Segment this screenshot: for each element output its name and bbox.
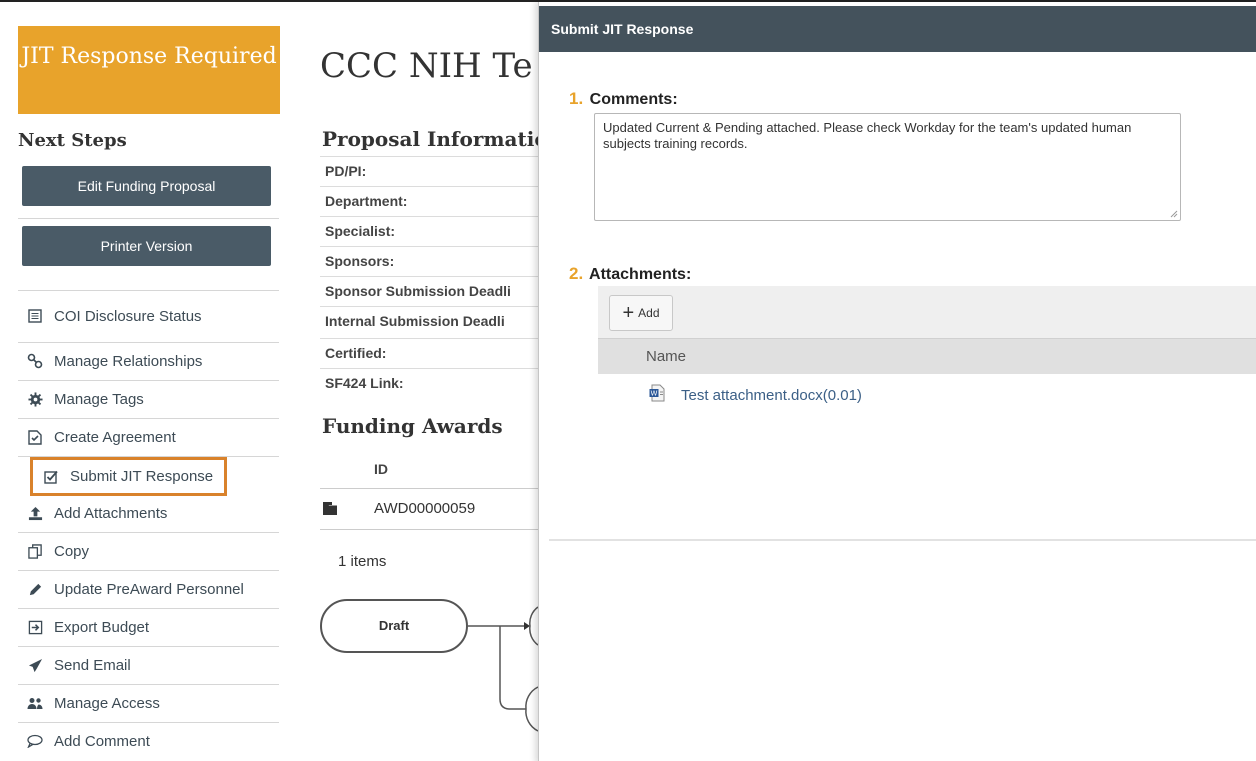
- edit-funding-proposal-button[interactable]: Edit Funding Proposal: [22, 166, 271, 206]
- field-sf424-link: SF424 Link:: [320, 368, 540, 398]
- action-label: Export Budget: [54, 618, 150, 636]
- question-text: Attachments:: [589, 266, 692, 283]
- workflow-connector: [468, 606, 539, 732]
- action-update-preaward-personnel[interactable]: Update PreAward Personnel: [18, 570, 279, 608]
- award-id-link[interactable]: AWD00000059: [374, 500, 475, 517]
- add-label: Add: [638, 306, 660, 320]
- action-label: Send Email: [54, 656, 131, 674]
- gear-icon: [24, 391, 46, 407]
- upload-icon: [24, 506, 46, 521]
- awards-id-column-header[interactable]: ID: [374, 461, 388, 477]
- dialog-divider: [549, 539, 1256, 541]
- field-pd-pi: PD/PI:: [320, 156, 540, 186]
- field-specialist: Specialist:: [320, 216, 540, 246]
- proposal-information-heading: Proposal Information: [322, 127, 563, 151]
- action-manage-relationships[interactable]: Manage Relationships: [18, 342, 279, 380]
- action-send-email[interactable]: Send Email: [18, 646, 279, 684]
- plus-icon: +: [622, 302, 635, 324]
- workflow-state-draft: Draft: [320, 599, 468, 653]
- checkbox-icon: [40, 470, 62, 484]
- action-export-budget[interactable]: Export Budget: [18, 608, 279, 646]
- action-label: Add Comment: [54, 732, 150, 750]
- question-number: 2.: [569, 264, 584, 283]
- action-label: COI Disclosure Status: [54, 307, 202, 325]
- next-steps-heading: Next Steps: [18, 130, 127, 151]
- field-department: Department:: [320, 186, 540, 216]
- action-label: Create Agreement: [54, 428, 176, 446]
- field-certified: Certified:: [320, 338, 540, 368]
- status-badge: JIT Response Required: [18, 26, 280, 114]
- submit-jit-response-dialog: Submit JIT Response 1. Comments: Updated…: [538, 2, 1256, 761]
- attachment-row[interactable]: W Test attachment.docx(0.01): [649, 384, 862, 406]
- comment-icon: [24, 734, 46, 748]
- action-copy[interactable]: Copy: [18, 532, 279, 570]
- relationship-icon: [24, 353, 46, 369]
- export-icon: [24, 620, 46, 635]
- action-coi-disclosure-status[interactable]: COI Disclosure Status: [18, 290, 279, 342]
- folder-icon: [322, 501, 338, 521]
- copy-icon: [24, 543, 46, 559]
- dialog-title: Submit JIT Response: [539, 6, 1256, 52]
- funding-awards-heading: Funding Awards: [322, 414, 503, 438]
- action-label: Submit JIT Response: [70, 468, 214, 485]
- attachments-label: 2. Attachments:: [569, 264, 691, 284]
- list-icon: [24, 309, 46, 323]
- field-sponsors: Sponsors:: [320, 246, 540, 276]
- printer-version-button[interactable]: Printer Version: [22, 226, 271, 266]
- action-label: Manage Tags: [54, 390, 144, 408]
- action-manage-access[interactable]: Manage Access: [18, 684, 279, 722]
- page-title: CCC NIH Te: [320, 46, 533, 86]
- action-label: Copy: [54, 542, 90, 560]
- svg-text:W: W: [651, 390, 658, 398]
- action-label: Manage Relationships: [54, 352, 203, 370]
- action-add-comment[interactable]: Add Comment: [18, 722, 279, 760]
- people-icon: [24, 697, 46, 710]
- items-count: 1 items: [338, 553, 387, 570]
- page-frame: JIT Response Required Next Steps Edit Fu…: [0, 0, 1256, 761]
- comments-label: 1. Comments:: [569, 89, 678, 109]
- action-submit-jit-response[interactable]: Submit JIT Response: [30, 457, 227, 496]
- comments-text: Updated Current & Pending attached. Plea…: [603, 120, 1132, 151]
- question-number: 1.: [569, 89, 584, 108]
- divider: [18, 218, 279, 219]
- comments-textarea[interactable]: Updated Current & Pending attached. Plea…: [594, 113, 1181, 221]
- action-label: Update PreAward Personnel: [54, 580, 244, 598]
- send-icon: [24, 658, 46, 673]
- action-manage-tags[interactable]: Manage Tags: [18, 380, 279, 418]
- add-attachment-button[interactable]: + Add: [609, 295, 673, 331]
- pencil-icon: [24, 582, 46, 597]
- attachment-link[interactable]: Test attachment.docx(0.01): [681, 387, 862, 404]
- action-label: Manage Access: [54, 694, 160, 712]
- resize-grip-icon[interactable]: [1168, 208, 1178, 218]
- action-create-agreement[interactable]: Create Agreement: [18, 418, 279, 456]
- agreement-icon: [24, 429, 46, 445]
- name-column-header[interactable]: Name: [598, 338, 1256, 374]
- field-internal-submission-deadline: Internal Submission Deadli: [320, 306, 540, 336]
- attachments-toolbar: [598, 286, 1256, 338]
- word-document-icon: W: [649, 384, 665, 406]
- question-text: Comments:: [589, 91, 678, 108]
- action-add-attachments[interactable]: Add Attachments: [18, 494, 279, 532]
- field-sponsor-submission-deadline: Sponsor Submission Deadli: [320, 276, 540, 306]
- action-label: Add Attachments: [54, 504, 168, 522]
